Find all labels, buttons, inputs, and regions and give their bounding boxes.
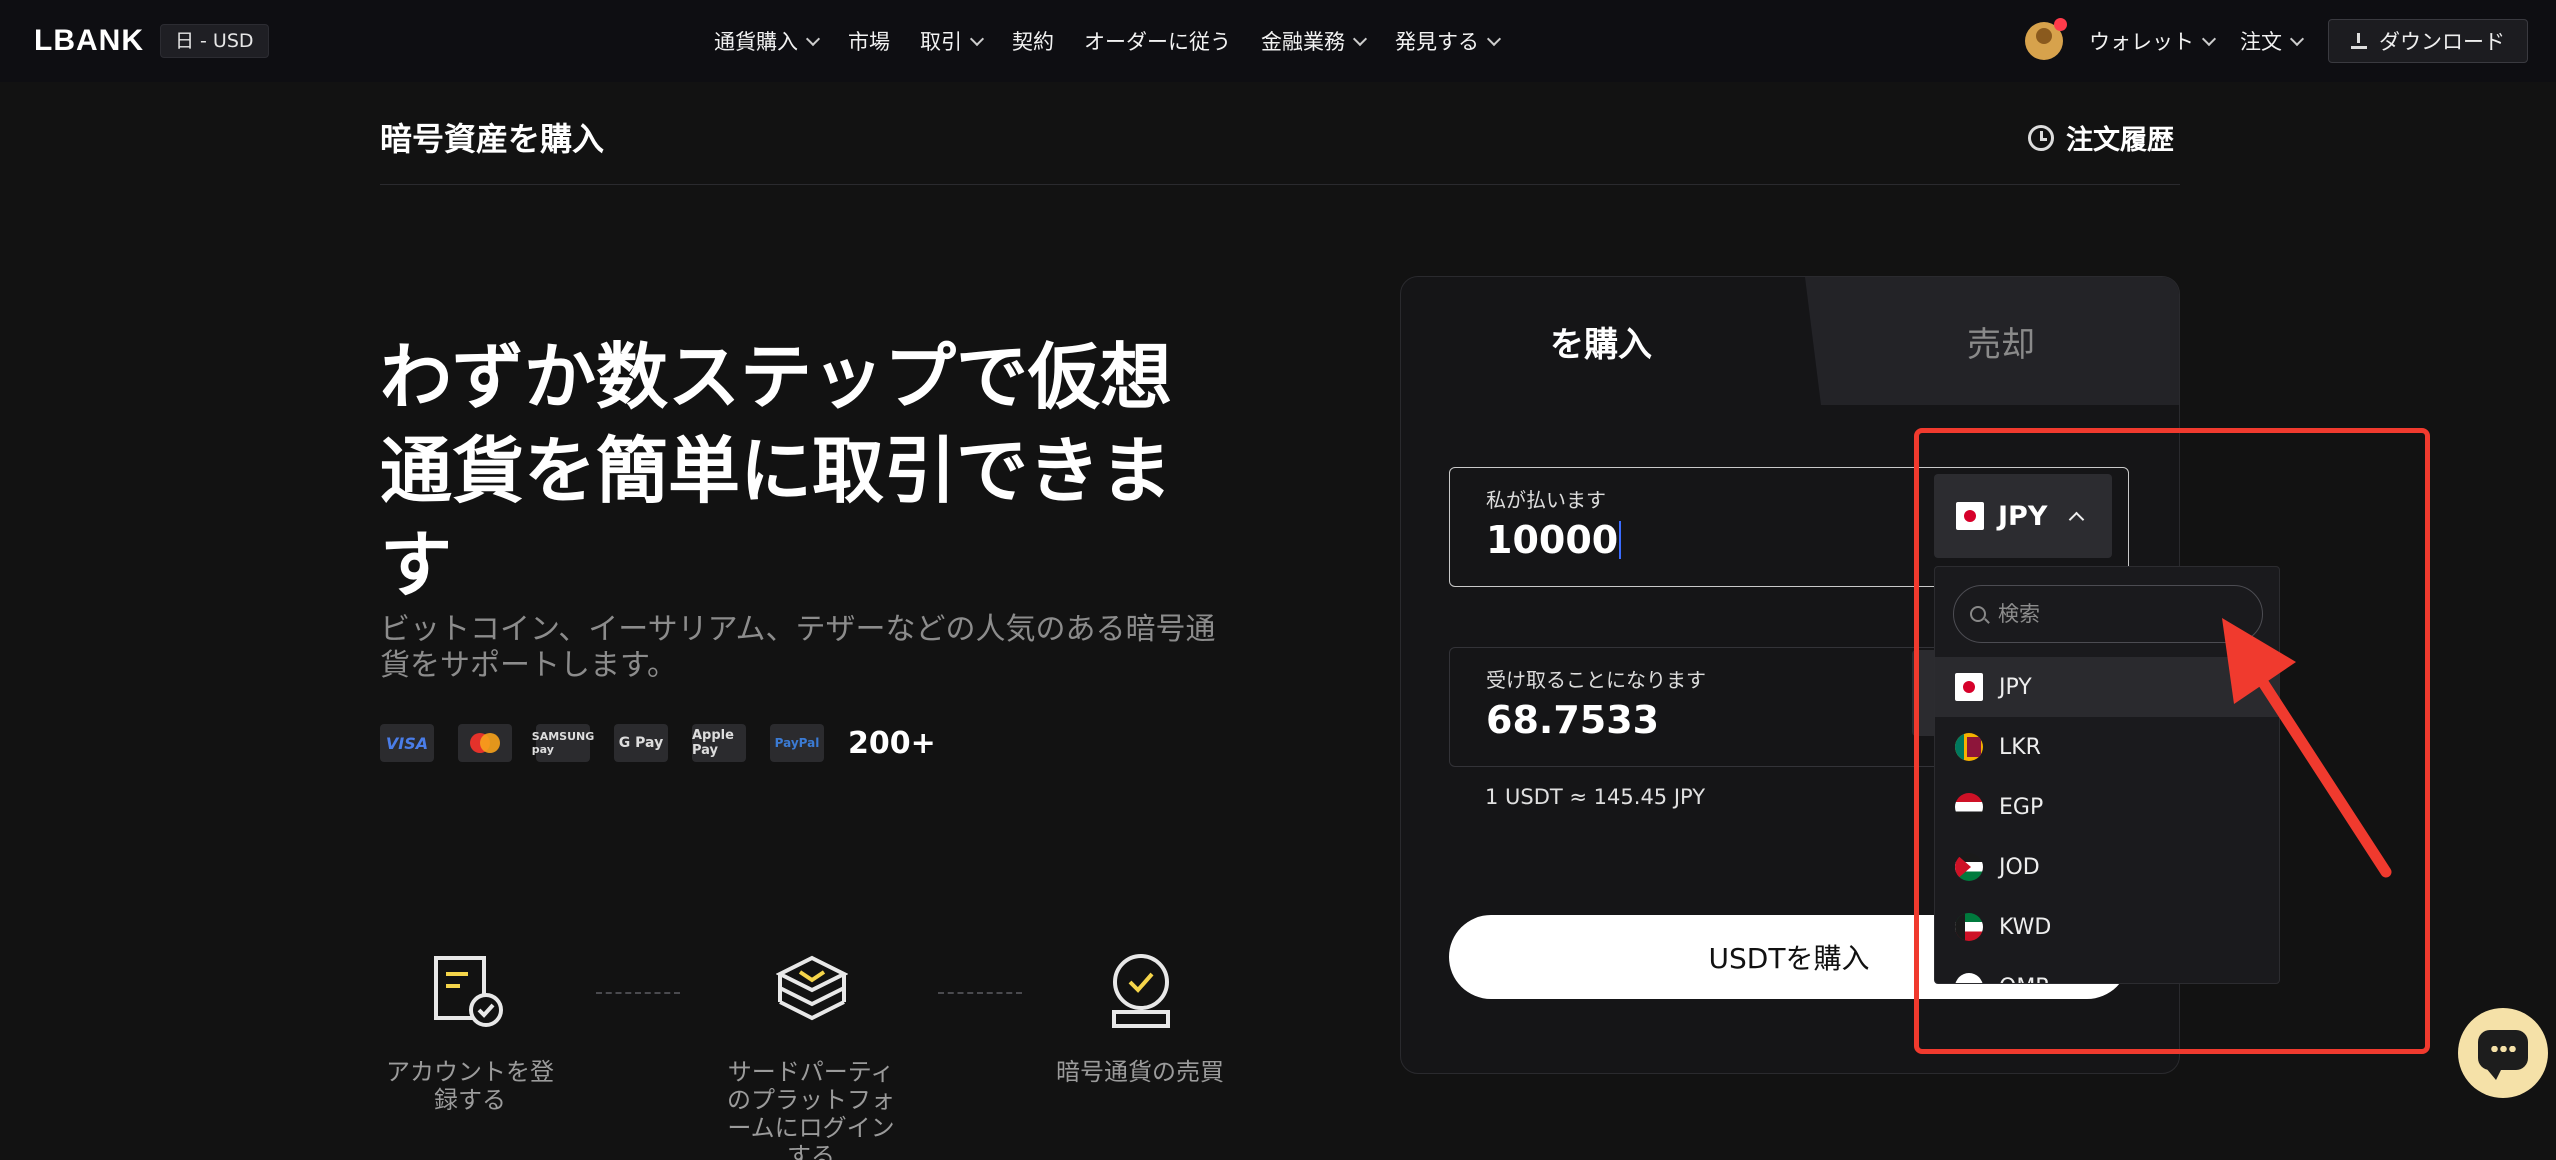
nav-item-label: 発見する xyxy=(1395,30,1479,54)
nav-item-label: 市場 xyxy=(848,30,890,54)
download-button[interactable]: ダウンロード xyxy=(2328,19,2528,63)
apple-pay-logo: Apple Pay xyxy=(692,724,746,762)
layers-platform-icon xyxy=(776,955,848,1021)
hero-line: 通貨を簡単に取引できま xyxy=(380,429,1173,513)
register-document-icon xyxy=(434,956,503,1027)
step-trade-crypto: 暗号通貨の売買 xyxy=(1056,1058,1224,1086)
nav-item-markets[interactable]: 市場 xyxy=(848,26,890,56)
chat-dots xyxy=(2490,1046,2516,1052)
order-history-link[interactable]: 注文履歴 xyxy=(2028,118,2174,157)
pay-amount-value: 10000 xyxy=(1486,518,1619,562)
hero-line: わずか数ステップで仮想 xyxy=(380,335,1173,419)
nav-item-label: 取引 xyxy=(920,30,962,54)
clock-icon xyxy=(2028,124,2054,151)
nav-item-label: 契約 xyxy=(1012,30,1054,54)
locale-selector[interactable]: 日 - USD xyxy=(160,24,269,58)
chevron-down-icon xyxy=(2201,31,2217,46)
hero-subtitle: ビットコイン、イーサリアム、テザーなどの人気のある暗号通貨をサポートします。 xyxy=(380,612,1216,683)
paypal-logo: PayPal xyxy=(770,724,824,762)
pay-amount-input[interactable]: 10000 xyxy=(1486,518,1622,562)
tab-sell[interactable]: 売却 xyxy=(1805,277,2179,405)
step-connector xyxy=(938,992,1022,994)
exchange-rate: 1 USDT ≈ 145.45 JPY xyxy=(1485,785,1706,809)
wallet-menu[interactable]: ウォレット xyxy=(2089,26,2217,56)
nav-item-finance[interactable]: 金融業務 xyxy=(1261,26,1368,56)
chevron-down-icon xyxy=(969,31,985,46)
samsung-pay-logo: SAMSUNG pay xyxy=(532,724,594,762)
hero-line: す xyxy=(380,523,453,607)
payment-methods: VISA SAMSUNG pay G Pay Apple Pay PayPal … xyxy=(380,724,936,762)
step-login-platform: サードパーティのプラットフォームにログインする xyxy=(727,1058,895,1160)
mastercard-logo xyxy=(458,724,512,762)
main-menu: 通貨購入 市場 取引 契約 オーダーに従う 金融業務 発見する xyxy=(714,0,1502,82)
pay-label: 私が払います xyxy=(1486,488,1606,512)
step-connector xyxy=(596,992,680,994)
chevron-down-icon xyxy=(1486,31,1502,46)
nav-item-label: オーダーに従う xyxy=(1084,30,1231,54)
nav-right: ウォレット 注文 ダウンロード xyxy=(2025,0,2528,82)
chevron-down-icon xyxy=(1352,31,1368,46)
order-history-label: 注文履歴 xyxy=(2066,125,2174,156)
annotation-arrow-icon xyxy=(2222,618,2392,878)
orders-menu[interactable]: 注文 xyxy=(2240,26,2305,56)
nav-item-label: 金融業務 xyxy=(1261,30,1345,54)
receive-label: 受け取ることになります xyxy=(1486,668,1706,692)
nav-item-discover[interactable]: 発見する xyxy=(1395,26,1502,56)
wallet-label: ウォレット xyxy=(2089,30,2194,54)
download-icon xyxy=(2351,33,2367,49)
chat-support-button[interactable] xyxy=(2458,1008,2548,1098)
orders-label: 注文 xyxy=(2240,30,2282,54)
nav-item-label: 通貨購入 xyxy=(714,30,798,54)
tab-buy[interactable]: を購入 xyxy=(1401,277,1801,405)
header-divider xyxy=(380,184,2180,185)
download-label: ダウンロード xyxy=(2379,30,2505,54)
nav-item-copy-trading[interactable]: オーダーに従う xyxy=(1084,26,1231,56)
lbank-logo[interactable]: LBANK xyxy=(34,24,144,58)
chevron-down-icon xyxy=(2289,31,2305,46)
top-nav: LBANK 日 - USD 通貨購入 市場 取引 契約 オーダーに従う 金融業務… xyxy=(0,0,2556,82)
receive-amount-value: 68.7533 xyxy=(1486,698,1660,742)
visa-logo: VISA xyxy=(380,724,434,762)
avatar[interactable] xyxy=(2025,18,2067,60)
nav-item-contract[interactable]: 契約 xyxy=(1012,26,1054,56)
payment-count: 200+ xyxy=(848,725,936,761)
mastercard-icon xyxy=(470,733,500,753)
badge-check-icon xyxy=(1112,954,1170,1028)
step-register: アカウントを登録する xyxy=(386,1058,554,1114)
google-pay-logo: G Pay xyxy=(614,724,668,762)
hero-headline: わずか数ステップで仮想 通貨を簡単に取引できま す xyxy=(380,330,1220,612)
text-cursor xyxy=(1619,521,1622,559)
chevron-down-icon xyxy=(805,31,821,46)
nav-item-trade[interactable]: 取引 xyxy=(920,26,985,56)
nav-item-buy-crypto[interactable]: 通貨購入 xyxy=(714,26,821,56)
page-title: 暗号資産を購入 xyxy=(380,120,605,158)
